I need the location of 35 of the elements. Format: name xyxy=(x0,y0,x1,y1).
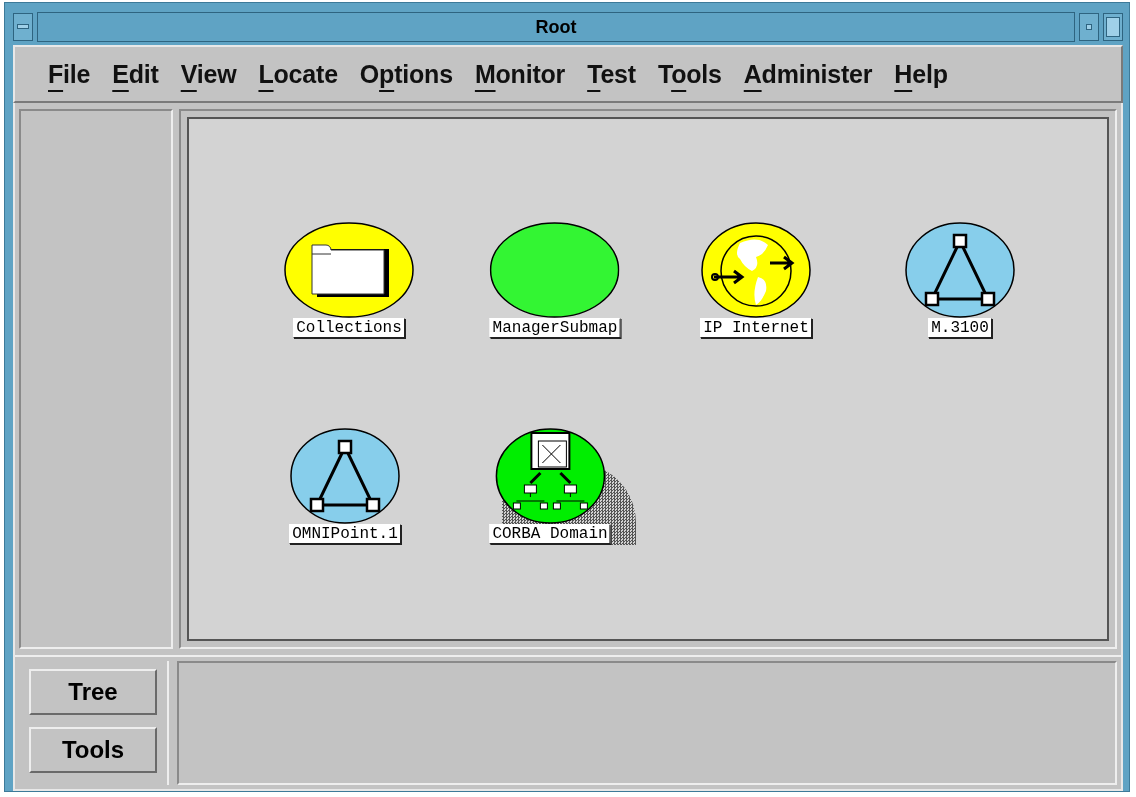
symbol-label: CORBA Domain xyxy=(489,524,611,544)
menu-item[interactable]: View xyxy=(169,59,248,89)
network-hierarchy-icon xyxy=(512,432,588,510)
menu-item[interactable]: Locate xyxy=(247,59,349,89)
menu-item[interactable]: Administer xyxy=(732,59,884,89)
globe-icon xyxy=(711,235,795,307)
window-menu-button[interactable] xyxy=(13,13,33,41)
menu-item[interactable]: Help xyxy=(883,59,959,89)
triangle-network-icon xyxy=(924,233,996,307)
minimize-button[interactable] xyxy=(1079,13,1099,41)
map-symbol[interactable] xyxy=(700,221,812,318)
triangle-network-icon xyxy=(309,439,381,513)
window-title: Root xyxy=(535,16,577,38)
symbol-label: IP Internet xyxy=(700,318,812,338)
panel-button[interactable]: Tools xyxy=(29,727,157,773)
menu-item[interactable]: Tools xyxy=(646,59,733,89)
menu-item[interactable]: Monitor xyxy=(463,59,577,89)
map-symbol[interactable] xyxy=(904,221,1016,318)
symbol-label: ManagerSubmap xyxy=(489,318,621,338)
minimize-bar-icon xyxy=(17,24,29,30)
map-symbol[interactable] xyxy=(289,427,401,524)
map-symbol[interactable] xyxy=(284,221,414,318)
menu-item[interactable]: Options xyxy=(348,59,464,89)
menu-item[interactable]: Test xyxy=(576,59,647,89)
folder-icon xyxy=(311,244,389,297)
symbol-label: OMNIPoint.1 xyxy=(289,524,401,544)
large-square-icon xyxy=(1106,17,1120,37)
panel-button[interactable]: Tree xyxy=(29,669,157,715)
menu-item[interactable]: Edit xyxy=(101,59,170,89)
maximize-button[interactable] xyxy=(1103,13,1123,41)
map-symbol[interactable] xyxy=(490,221,620,318)
symbol-label: Collections xyxy=(293,318,405,338)
symbol-label: M.3100 xyxy=(928,318,992,338)
menu-item[interactable]: File xyxy=(37,59,102,89)
map-symbol[interactable] xyxy=(494,427,606,524)
